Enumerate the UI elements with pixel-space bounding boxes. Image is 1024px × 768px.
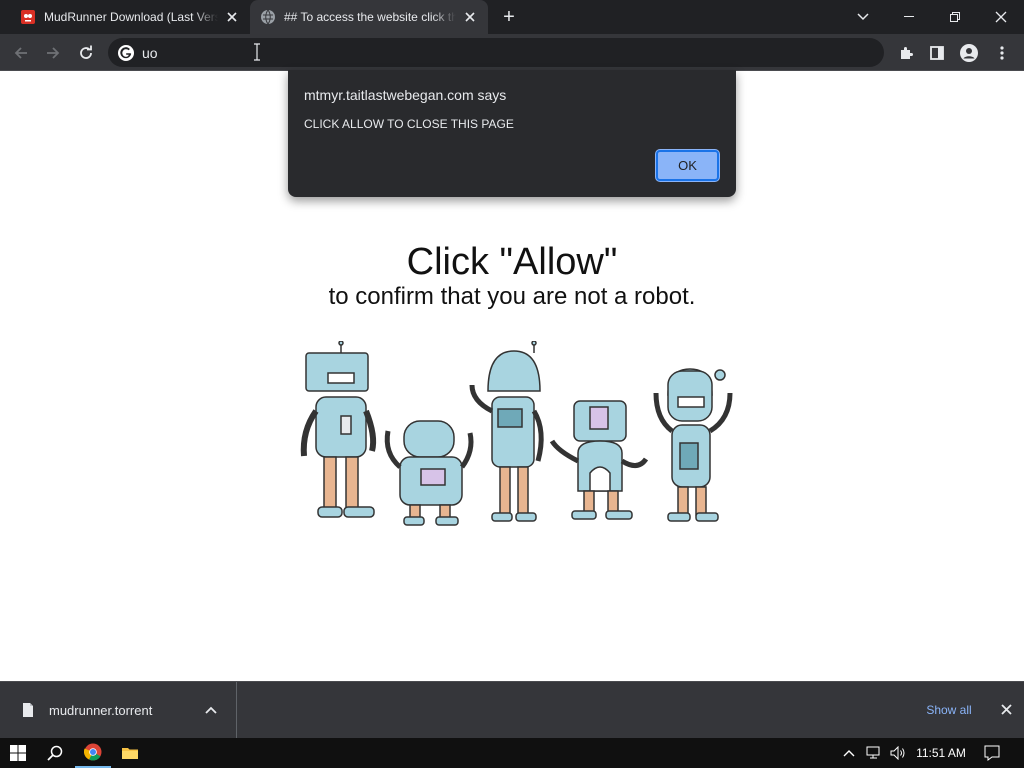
address-bar[interactable] bbox=[108, 38, 884, 67]
extensions-icon[interactable] bbox=[893, 40, 919, 66]
download-shelf: mudrunner.torrent Show all bbox=[0, 681, 1024, 738]
back-button[interactable] bbox=[8, 40, 34, 66]
tab-title: MudRunner Download (Last Version bbox=[44, 10, 218, 24]
red-app-icon bbox=[20, 9, 36, 25]
notification-icon[interactable] bbox=[974, 738, 1010, 768]
alert-message: CLICK ALLOW TO CLOSE THIS PAGE bbox=[304, 117, 514, 131]
alert-origin: mtmyr.taitlastwebegan.com says bbox=[304, 87, 507, 103]
robot-3 bbox=[469, 341, 544, 522]
text-cursor-icon bbox=[252, 43, 262, 61]
restore-button[interactable] bbox=[932, 0, 978, 34]
page-subline: to confirm that you are not a robot. bbox=[328, 283, 696, 310]
reload-button[interactable] bbox=[73, 40, 99, 66]
minimize-button[interactable] bbox=[886, 0, 932, 34]
close-window-button[interactable] bbox=[978, 0, 1024, 34]
forward-button[interactable] bbox=[40, 40, 66, 66]
chevron-up-icon[interactable] bbox=[198, 697, 224, 723]
download-item[interactable]: mudrunner.torrent bbox=[0, 682, 237, 738]
page-headline: Click "Allow" bbox=[406, 241, 618, 283]
tab-strip: MudRunner Download (Last Version ## To a… bbox=[0, 0, 1024, 34]
taskbar-clock[interactable]: 11:51 AM bbox=[910, 738, 972, 768]
profile-icon[interactable] bbox=[956, 40, 982, 66]
download-file-name: mudrunner.torrent bbox=[49, 702, 153, 718]
robot-2 bbox=[384, 420, 474, 526]
windows-start-icon[interactable] bbox=[0, 738, 36, 768]
chrome-icon[interactable] bbox=[75, 738, 111, 768]
side-panel-icon[interactable] bbox=[924, 40, 950, 66]
menu-kebab-icon[interactable] bbox=[989, 40, 1015, 66]
close-shelf-icon[interactable] bbox=[994, 697, 1018, 721]
search-icon[interactable] bbox=[37, 738, 73, 768]
robot-4 bbox=[549, 400, 649, 520]
show-all-button[interactable]: Show all bbox=[914, 696, 984, 724]
browser-toolbar bbox=[0, 34, 1024, 71]
globe-icon bbox=[260, 9, 276, 25]
robot-5 bbox=[653, 368, 733, 522]
robots-illustration bbox=[300, 341, 733, 526]
close-tab-icon[interactable] bbox=[224, 9, 240, 25]
file-explorer-icon[interactable] bbox=[112, 738, 148, 768]
new-tab-button[interactable]: + bbox=[498, 6, 520, 28]
tab-title: ## To access the website click the bbox=[284, 10, 456, 24]
google-g-icon bbox=[118, 44, 134, 61]
robot-1 bbox=[300, 341, 377, 518]
tab-access-website[interactable]: ## To access the website click the bbox=[250, 0, 488, 34]
volume-icon[interactable] bbox=[884, 738, 912, 768]
close-tab-icon[interactable] bbox=[462, 9, 478, 25]
tab-mudrunner[interactable]: MudRunner Download (Last Version bbox=[0, 0, 250, 34]
javascript-alert-dialog: mtmyr.taitlastwebegan.com says CLICK ALL… bbox=[288, 70, 736, 197]
alert-ok-button[interactable]: OK bbox=[656, 150, 719, 181]
file-icon bbox=[22, 702, 34, 718]
address-input[interactable] bbox=[142, 44, 442, 61]
tab-search-icon[interactable] bbox=[840, 0, 886, 34]
windows-taskbar: 11:51 AM bbox=[0, 738, 1024, 768]
